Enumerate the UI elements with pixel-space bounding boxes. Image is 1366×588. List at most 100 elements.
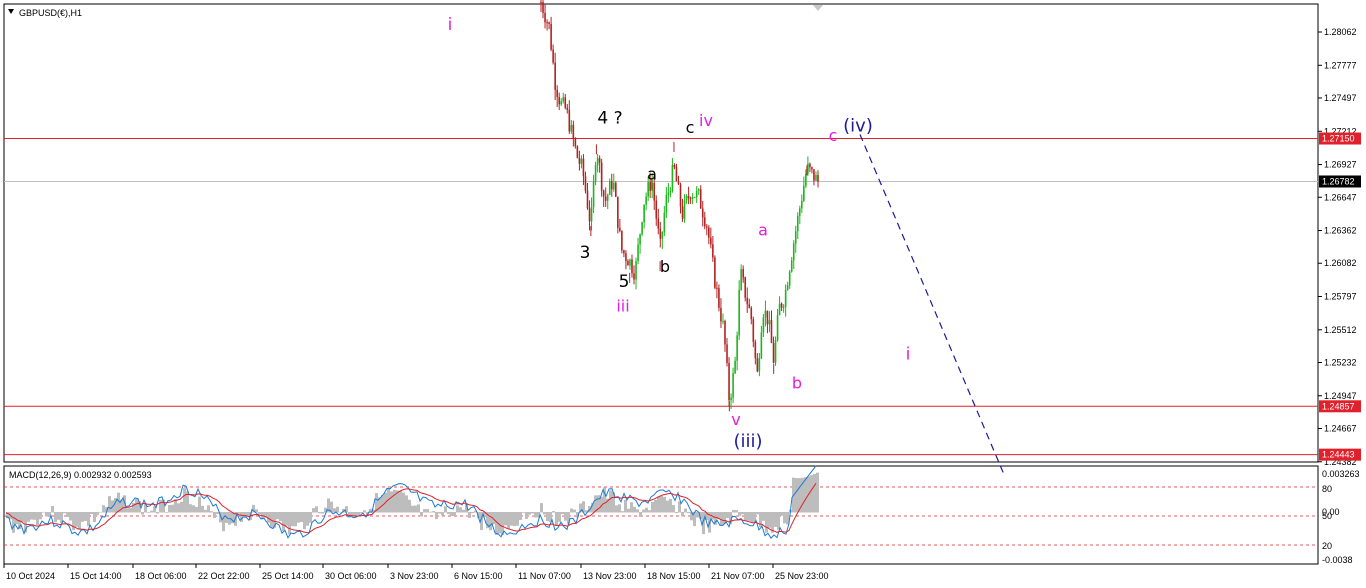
macd-histogram-bar xyxy=(684,508,687,513)
macd-histogram-bar xyxy=(192,505,195,513)
candle-body xyxy=(716,287,718,289)
candle-body xyxy=(788,271,791,286)
macd-histogram-bar xyxy=(75,512,78,527)
candle-body xyxy=(665,195,668,213)
macd-histogram-bar xyxy=(93,512,96,523)
macd-histogram-bar xyxy=(297,512,300,523)
macd-histogram-bar xyxy=(444,506,447,513)
wave-label: i xyxy=(448,15,453,35)
candle-body xyxy=(754,341,757,359)
candle-body xyxy=(712,244,714,258)
macd-histogram-bar xyxy=(12,512,15,533)
candle-body xyxy=(687,196,690,199)
macd-histogram-bar xyxy=(426,509,429,513)
macd-histogram-bar xyxy=(447,512,450,515)
price-tick-label: 1.26362 xyxy=(1324,226,1357,236)
macd-histogram-bar xyxy=(642,509,645,513)
candle-body xyxy=(736,335,738,361)
candle-body xyxy=(564,97,567,108)
macd-histogram-bar xyxy=(489,512,492,531)
macd-histogram-bar xyxy=(210,511,213,513)
macd-histogram-bar xyxy=(417,504,420,513)
candle-body xyxy=(677,181,680,185)
macd-histogram-bar xyxy=(54,512,57,523)
candle-body xyxy=(748,304,751,308)
macd-histogram-bar xyxy=(285,512,288,526)
macd-histogram-bar xyxy=(459,507,462,513)
candle-body xyxy=(578,157,581,164)
macd-histogram-bar xyxy=(528,512,531,515)
candle-body xyxy=(768,320,771,325)
price-tick-label: 1.26927 xyxy=(1324,160,1357,170)
macd-histogram-bar xyxy=(564,512,567,521)
macd-histogram-bar xyxy=(81,512,84,522)
macd-histogram-bar xyxy=(57,512,60,520)
macd-histogram-bar xyxy=(201,505,204,513)
time-tick-label: 18 Nov 15:00 xyxy=(647,571,701,581)
macd-histogram-bar xyxy=(156,512,159,514)
macd-histogram-bar xyxy=(675,512,678,514)
macd-histogram-bar xyxy=(141,512,144,515)
macd-histogram-bar xyxy=(522,512,525,513)
macd-histogram-bar xyxy=(750,512,753,523)
macd-histogram-bar xyxy=(627,508,630,513)
candle-body xyxy=(596,158,599,166)
candle-body xyxy=(586,190,589,209)
macd-histogram-bar xyxy=(180,501,183,513)
macd-histogram-bar xyxy=(408,499,411,513)
candle-body xyxy=(550,23,552,50)
candle-body xyxy=(655,200,658,219)
macd-histogram-bar xyxy=(288,512,291,535)
candle-body xyxy=(625,253,627,261)
macd-histogram-bar xyxy=(573,509,576,513)
candle-body xyxy=(556,89,558,98)
macd-histogram-bar xyxy=(816,472,819,513)
macd-histogram-bar xyxy=(666,500,669,513)
macd-histogram-bar xyxy=(216,512,219,515)
candle-body xyxy=(778,303,781,316)
macd-histogram-bar xyxy=(36,512,39,526)
macd-histogram-bar xyxy=(513,512,516,527)
candle-body xyxy=(667,192,670,196)
macd-panel-frame xyxy=(3,465,1319,565)
candle-body xyxy=(776,315,779,341)
candle-body xyxy=(772,342,775,363)
macd-histogram-bar xyxy=(315,506,318,513)
macd-histogram-bar xyxy=(390,491,393,513)
candle-body xyxy=(734,360,736,374)
macd-histogram-bar xyxy=(129,507,132,513)
candle-body xyxy=(659,228,662,239)
candle-body xyxy=(635,261,637,280)
macd-histogram-bar xyxy=(189,504,192,513)
candle-body xyxy=(671,165,674,192)
macd-histogram-bar xyxy=(552,511,555,513)
candle-body xyxy=(639,234,641,245)
candle-body xyxy=(817,174,819,182)
time-tick-label: 25 Oct 14:00 xyxy=(262,571,314,581)
wave-label: iv xyxy=(699,111,713,130)
macd-histogram-bar xyxy=(321,512,324,514)
price-chart[interactable]: GBPUSD(€),H1 i4 ? c ivc (iv)a3b5iiiaibv(iii… xyxy=(0,0,1366,588)
macd-axis-label: 80 xyxy=(1322,484,1332,494)
candle-body xyxy=(720,307,722,322)
wave-label: 5 xyxy=(619,272,630,292)
macd-histogram-bar xyxy=(558,512,561,522)
level-price-label: 1.24443 xyxy=(1322,450,1355,460)
candle-body xyxy=(606,194,609,201)
wave-label: 4 ? xyxy=(597,108,622,128)
price-tick-label: 1.24667 xyxy=(1324,423,1357,433)
macd-histogram-bar xyxy=(87,512,90,527)
candle-body xyxy=(612,182,615,190)
macd-histogram-bar xyxy=(507,512,510,530)
macd-histogram-bar xyxy=(471,512,474,514)
macd-histogram-bar xyxy=(687,512,690,514)
macd-histogram-bar xyxy=(363,510,366,513)
macd-histogram-bar xyxy=(312,508,315,513)
macd-histogram-bar xyxy=(726,512,729,519)
macd-histogram-bar xyxy=(213,512,216,518)
candle-body xyxy=(796,215,799,232)
candle-body xyxy=(574,138,577,147)
candle-body xyxy=(647,182,649,197)
candle-body xyxy=(548,22,550,24)
macd-histogram-bar xyxy=(45,512,48,517)
